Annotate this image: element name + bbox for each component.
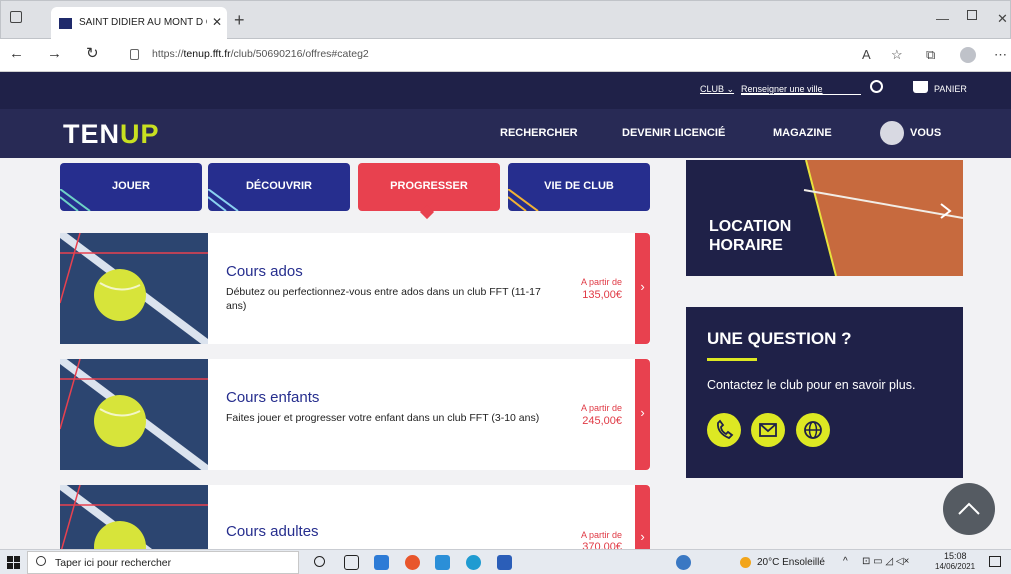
file-explorer-icon[interactable] xyxy=(374,555,389,570)
tab-jouer[interactable]: JOUER xyxy=(60,163,202,211)
offer-card-enfants[interactable]: Cours enfants Faites jouer et progresser… xyxy=(60,359,650,470)
court-lines-decoration xyxy=(60,189,91,211)
url-bar[interactable]: https://tenup.fft.fr/club/50690216/offre… xyxy=(118,44,838,67)
chevron-right-icon[interactable]: › xyxy=(635,485,650,549)
city-search-input[interactable]: Renseigner une ville xyxy=(741,84,861,95)
windows-taskbar: Taper ici pour rechercher 20°C Ensoleill… xyxy=(0,549,1011,574)
maximize-icon[interactable] xyxy=(967,10,977,20)
offer-from-label: A partir de xyxy=(580,530,622,540)
favorites-icon[interactable]: ☆ xyxy=(891,47,903,63)
nav-account[interactable]: VOUS xyxy=(910,127,941,139)
cortana-icon[interactable] xyxy=(314,556,325,567)
browser-tab-title: SAINT DIDIER AU MONT D OR ( xyxy=(79,17,207,28)
club-dropdown[interactable]: CLUB ⌄ xyxy=(700,84,734,95)
windows-start-icon[interactable] xyxy=(7,556,20,569)
main-navigation: TENUP RECHERCHER DEVENIR LICENCIÉ MAGAZI… xyxy=(0,109,1011,158)
close-tab-icon[interactable]: ✕ xyxy=(212,15,222,29)
sun-icon xyxy=(740,557,751,568)
clock-date[interactable]: 14/06/2021 xyxy=(935,562,975,571)
offer-card-adultes[interactable]: Cours adultes A partir de 370,00€ › xyxy=(60,485,650,549)
address-bar-row: ← → ↻ https://tenup.fft.fr/club/50690216… xyxy=(0,39,1011,72)
reading-mode-icon[interactable]: A xyxy=(862,47,871,62)
tab-vie-de-club[interactable]: VIE DE CLUB xyxy=(508,163,650,211)
title-underline xyxy=(707,358,757,361)
promo-line-1: LOCATION xyxy=(709,218,792,235)
tray-chevron-icon[interactable]: ^ xyxy=(843,556,848,567)
question-text: Contactez le club pour en savoir plus. xyxy=(707,378,916,392)
phone-icon[interactable] xyxy=(707,413,741,447)
tab-actions-icon[interactable] xyxy=(10,11,22,23)
tab-label: PROGRESSER xyxy=(390,180,468,192)
tennis-ball-image xyxy=(60,485,208,549)
question-title: UNE QUESTION ? xyxy=(707,329,852,348)
offer-title: Cours adultes xyxy=(226,523,319,540)
offer-price: 370,00€ xyxy=(582,541,622,549)
offer-description: Débutez ou perfectionnez-vous entre ados… xyxy=(226,286,541,312)
close-window-icon[interactable]: ✕ xyxy=(997,11,1008,27)
weather-text[interactable]: 20°C Ensoleillé xyxy=(757,557,825,568)
court-lines-decoration xyxy=(208,189,239,211)
collections-icon[interactable]: ⧉ xyxy=(926,47,935,63)
notifications-icon[interactable] xyxy=(989,556,1001,567)
website-globe-icon[interactable] xyxy=(796,413,830,447)
back-icon[interactable]: ← xyxy=(9,45,24,62)
offer-from-label: A partir de xyxy=(580,277,622,287)
forward-icon[interactable]: → xyxy=(47,45,62,62)
active-tab-pointer xyxy=(419,204,435,220)
chevron-right-icon[interactable]: › xyxy=(635,233,650,344)
nav-become-licensed[interactable]: DEVENIR LICENCIÉ xyxy=(622,127,725,139)
browser-tab[interactable]: SAINT DIDIER AU MONT D OR ( ✕ xyxy=(51,7,227,40)
tray-icons[interactable]: ⊡ ▭ ◿ ◁× xyxy=(862,556,909,567)
offer-title: Cours enfants xyxy=(226,389,320,406)
minimize-icon[interactable]: — xyxy=(936,11,949,26)
search-icon xyxy=(36,556,46,566)
taskbar-search-placeholder: Taper ici pour rechercher xyxy=(55,557,172,569)
offer-card-ados[interactable]: Cours ados Débutez ou perfectionnez-vous… xyxy=(60,233,650,344)
tennis-ball-image xyxy=(60,359,208,470)
tennis-ball-image xyxy=(60,233,208,344)
avatar[interactable] xyxy=(880,121,904,145)
reload-icon[interactable]: ↻ xyxy=(86,44,99,62)
mail-icon[interactable] xyxy=(435,555,450,570)
url-text: https://tenup.fft.fr/club/50690216/offre… xyxy=(152,48,369,60)
new-tab-icon[interactable]: + xyxy=(234,10,245,31)
tenup-logo[interactable]: TENUP xyxy=(63,119,160,150)
offer-from-label: A partir de xyxy=(580,403,622,413)
nav-search[interactable]: RECHERCHER xyxy=(500,127,578,139)
chevron-right-icon[interactable]: › xyxy=(635,359,650,470)
offer-price: 135,00€ xyxy=(582,289,622,301)
profile-icon[interactable] xyxy=(960,47,976,63)
search-icon[interactable] xyxy=(870,80,883,93)
offer-description: Faites jouer et progresser votre enfant … xyxy=(226,412,540,424)
browser-tab-strip: SAINT DIDIER AU MONT D OR ( ✕ + — ✕ xyxy=(0,0,1011,40)
cart-label[interactable]: PANIER xyxy=(934,84,967,94)
app-tray-icon[interactable] xyxy=(676,555,691,570)
question-panel: UNE QUESTION ? Contactez le club pour en… xyxy=(686,307,963,478)
scroll-to-top-button[interactable] xyxy=(943,483,995,535)
word-icon[interactable] xyxy=(497,555,512,570)
cart-icon[interactable] xyxy=(913,81,928,93)
tab-decouvrir[interactable]: DÉCOUVRIR xyxy=(208,163,350,211)
promo-line-2: HORAIRE xyxy=(709,237,783,254)
court-lines-decoration xyxy=(508,189,539,211)
site-favicon-icon xyxy=(59,18,72,29)
site-top-bar: CLUB ⌄ Renseigner une ville PANIER xyxy=(0,72,1011,109)
clock-time[interactable]: 15:08 xyxy=(944,551,967,561)
tab-progresser[interactable]: PROGRESSER xyxy=(358,163,500,220)
nav-magazine[interactable]: MAGAZINE xyxy=(773,127,832,139)
more-menu-icon[interactable]: ⋯ xyxy=(994,47,1007,63)
email-icon[interactable] xyxy=(751,413,785,447)
lock-icon[interactable] xyxy=(130,49,139,60)
location-horaire-promo[interactable]: LOCATION HORAIRE xyxy=(686,160,963,276)
edge-icon[interactable] xyxy=(466,555,481,570)
task-view-icon[interactable] xyxy=(344,555,359,570)
taskbar-search-input[interactable]: Taper ici pour rechercher xyxy=(27,551,299,574)
offer-title: Cours ados xyxy=(226,263,303,280)
offer-price: 245,00€ xyxy=(582,415,622,427)
firefox-icon[interactable] xyxy=(405,555,420,570)
